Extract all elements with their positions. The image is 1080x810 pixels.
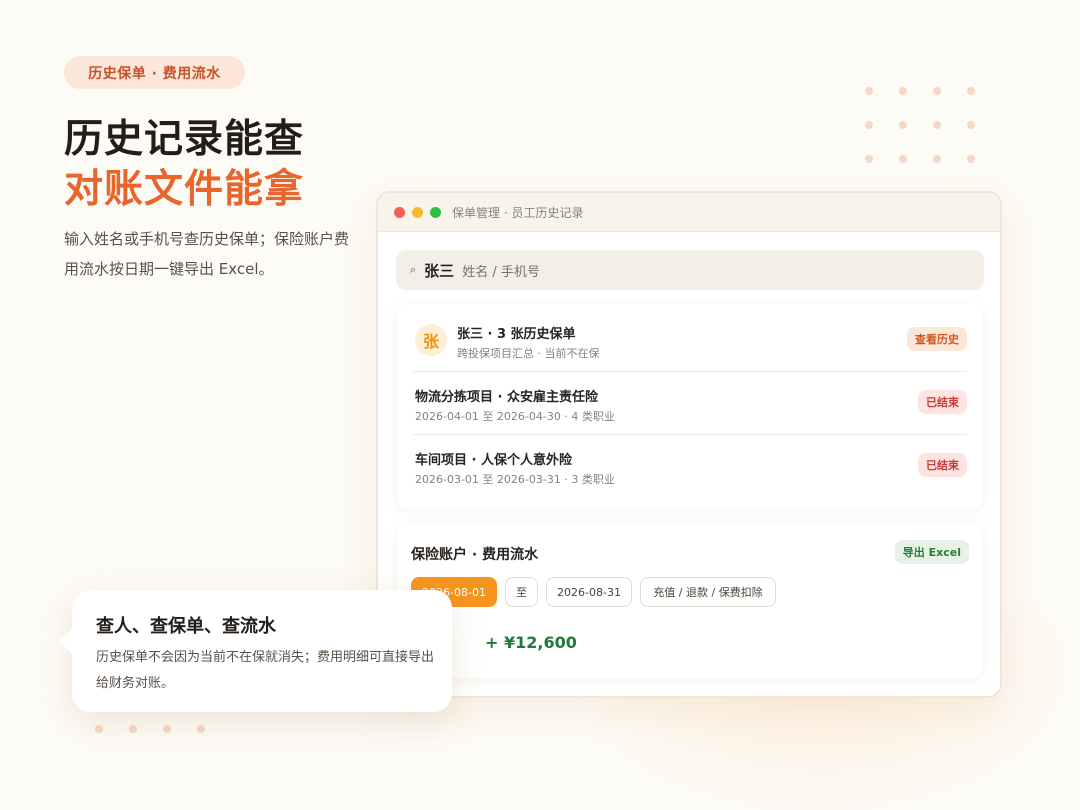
view-history-button[interactable]: 查看历史 [907, 327, 967, 351]
window-titlebar: 保单管理 · 员工历史记录 [378, 193, 1000, 232]
export-excel-button[interactable]: 导出 Excel [894, 540, 969, 564]
hero-tag: 历史保单 · 费用流水 [64, 56, 245, 89]
callout-body: 历史保单不会因为当前不在保就消失；费用明细可直接导出给财务对账。 [96, 650, 435, 691]
policy-subtitle: 2026-03-01 至 2026-03-31 · 3 类职业 [415, 473, 615, 486]
date-range-separator: 至 [505, 577, 538, 607]
status-badge: 已结束 [918, 390, 967, 414]
policy-title: 车间项目 · 人保个人意外险 [415, 453, 572, 468]
search-value: 张三 [424, 261, 455, 280]
search-icon: ⌕ [410, 263, 417, 276]
minimize-window-button[interactable] [412, 206, 423, 218]
person-title: 张三 · 3 张历史保单 [457, 327, 576, 342]
divider [413, 371, 967, 372]
search-input[interactable]: ⌕ 张三 姓名 / 手机号 [396, 250, 984, 290]
person-subtitle: 跨投保项目汇总 · 当前不在保 [457, 347, 600, 360]
transaction-type-filter[interactable]: 充值 / 退款 / 保费扣除 [640, 577, 776, 607]
search-placeholder: 姓名 / 手机号 [462, 264, 540, 280]
headline-line-2: 对账文件能拿 [64, 166, 305, 212]
policy-title: 物流分拣项目 · 众安雇主责任险 [415, 390, 598, 405]
maximize-window-button[interactable] [430, 206, 441, 218]
date-to-picker[interactable]: 2026-08-31 [546, 577, 632, 607]
divider [413, 434, 967, 435]
close-window-button[interactable] [394, 206, 405, 218]
window-title: 保单管理 · 员工历史记录 [452, 205, 584, 220]
account-card: 保险账户 · 费用流水 导出 Excel 2026-08-01 至 2026-0… [397, 524, 983, 678]
callout-title: 查人、查保单、查流水 [96, 616, 276, 637]
app-window: 保单管理 · 员工历史记录 ⌕ 张三 姓名 / 手机号 张 张三 · 3 张历史… [376, 191, 1002, 698]
change-value: + ¥12,600 [485, 633, 577, 652]
history-card: 张 张三 · 3 张历史保单 跨投保项目汇总 · 当前不在保 查看历史 物流分拣… [397, 304, 983, 509]
account-title: 保险账户 · 费用流水 [411, 547, 539, 563]
feature-callout: 查人、查保单、查流水 历史保单不会因为当前不在保就消失；费用明细可直接导出给财务… [72, 590, 452, 712]
status-badge: 已结束 [918, 453, 967, 477]
avatar: 张 [415, 324, 447, 356]
hero-description: 输入姓名或手机号查历史保单；保险账户费用流水按日期一键导出 Excel。 [64, 230, 350, 278]
headline-line-1: 历史记录能查 [64, 116, 305, 162]
policy-subtitle: 2026-04-01 至 2026-04-30 · 4 类职业 [415, 410, 615, 423]
